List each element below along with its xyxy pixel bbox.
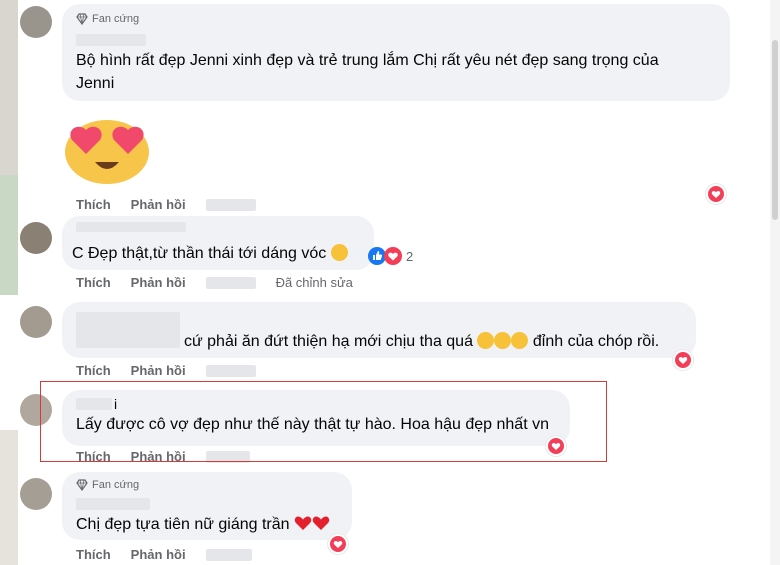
scrollbar-thumb[interactable] [772, 40, 778, 220]
avatar[interactable] [20, 306, 52, 338]
laughing-emoji [477, 332, 495, 349]
blurred-name[interactable] [76, 222, 186, 232]
comment-actions: Thích Phản hồi [76, 197, 256, 212]
blurred-time [205, 276, 256, 289]
laughing-emoji [494, 332, 512, 349]
like-link[interactable]: Thích [76, 363, 111, 378]
heart-reaction-icon [384, 247, 402, 265]
avatar[interactable] [20, 222, 52, 254]
edited-label: Đã chỉnh sửa [275, 275, 353, 290]
left-strip [0, 430, 18, 565]
heart-eyes-emoji [65, 120, 149, 184]
reply-link[interactable]: Phản hồi [131, 197, 186, 212]
diamond-icon [76, 13, 88, 25]
like-link[interactable]: Thích [76, 275, 111, 290]
blurred-name[interactable] [76, 34, 146, 46]
heart-reaction-icon[interactable] [673, 350, 693, 370]
badge-label: Fan cứng [92, 13, 140, 25]
comment-text: Bộ hình rất đẹp Jenni xinh đẹp và trẻ tr… [76, 52, 659, 69]
reply-link[interactable]: Phản hồi [131, 363, 186, 378]
blurred-time [205, 548, 252, 561]
diamond-icon [76, 479, 88, 491]
comment-text-tail: đỉnh của chóp rồi. [532, 333, 660, 350]
like-link[interactable]: Thích [76, 547, 111, 562]
heart-eyes-emoji-small [330, 244, 348, 261]
blurred-time [205, 198, 256, 211]
comment-text: cứ phải ăn đứt thiện hạ mới chịu tha quá… [184, 330, 659, 353]
blurred-time [205, 364, 256, 377]
comment-text: Jenni [76, 75, 115, 92]
reaction-count: 2 [406, 248, 414, 264]
comment-text: Chị đẹp tựa tiên nữ giáng trần [76, 513, 330, 536]
fan-badge: Fan cứng [76, 479, 139, 491]
avatar[interactable] [20, 478, 52, 510]
heart-reaction-icon[interactable] [328, 534, 348, 554]
comment-text-body: Chị đẹp tựa tiên nữ giáng trần [76, 516, 290, 533]
highlight-box [40, 381, 607, 462]
comment-text-body: cứ phải ăn đứt thiện hạ mới chịu tha quá [184, 333, 473, 350]
left-strip [0, 175, 18, 295]
avatar[interactable] [20, 6, 52, 38]
comment-text: C Đẹp thật,từ thần thái tới dáng vóc [72, 242, 348, 265]
blurred-name[interactable] [76, 312, 180, 348]
fan-badge: Fan cứng [76, 13, 139, 25]
reaction-summary[interactable]: 2 [368, 247, 413, 265]
comment-actions: Thích Phản hồi [76, 547, 252, 562]
like-link[interactable]: Thích [76, 197, 111, 212]
laughing-emoji [511, 332, 529, 349]
reply-link[interactable]: Phản hồi [131, 275, 186, 290]
comment-actions: Thích Phản hồi Đã chỉnh sửa [76, 275, 353, 290]
reply-link[interactable]: Phản hồi [131, 547, 186, 562]
badge-label: Fan cứng [92, 479, 140, 491]
red-hearts-emoji [294, 516, 330, 530]
comment-text-body: C Đẹp thật,từ thần thái tới dáng vóc [72, 245, 327, 262]
blurred-name[interactable] [76, 498, 150, 510]
heart-reaction-icon[interactable] [706, 184, 726, 204]
comment-actions: Thích Phản hồi [76, 363, 256, 378]
